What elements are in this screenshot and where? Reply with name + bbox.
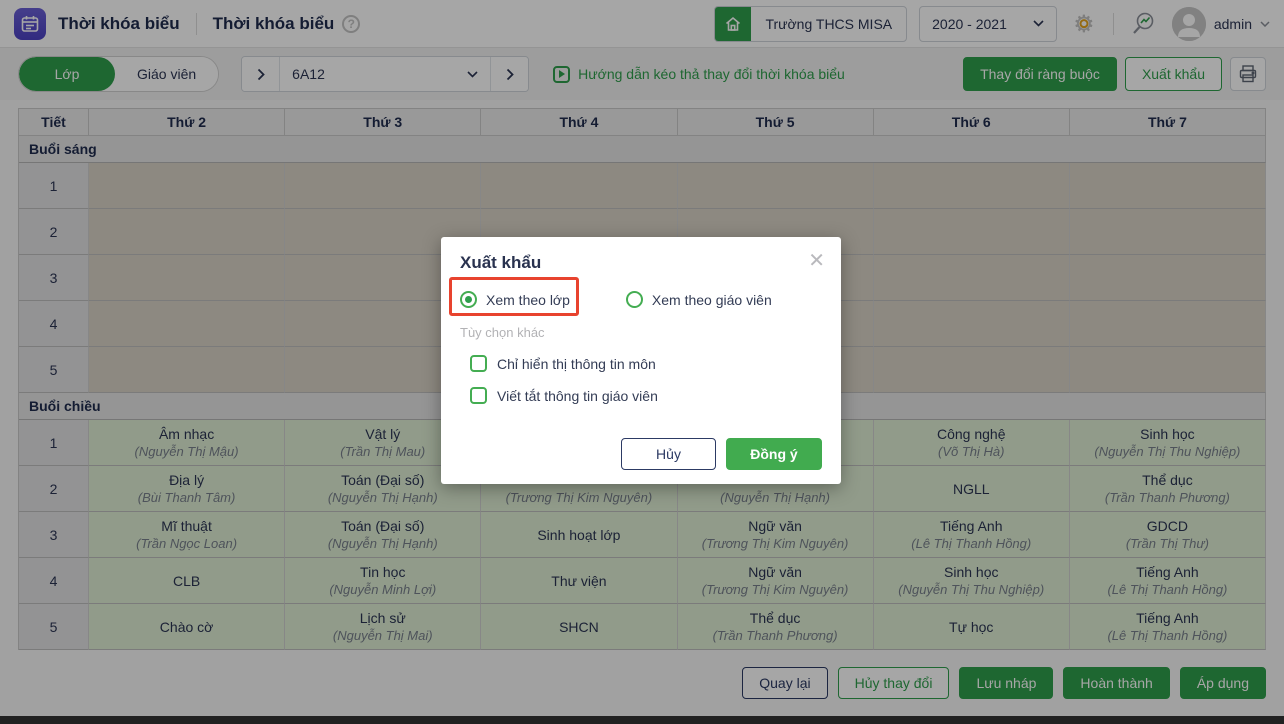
cancel-button[interactable]: Hủy	[621, 438, 716, 470]
checkbox-icon	[470, 387, 487, 404]
radio-view-by-teacher-label: Xem theo giáo viên	[651, 291, 772, 308]
other-options-label: Tùy chọn khác	[460, 325, 545, 340]
export-modal: Xuất khẩu ✕ Xem theo lớp Xem theo giáo v…	[441, 237, 841, 484]
checkbox-subject-only-label: Chỉ hiển thị thông tin môn	[497, 355, 656, 372]
checkbox-abbrev-teacher[interactable]: Viết tắt thông tin giáo viên	[470, 387, 822, 404]
radio-view-by-class[interactable]: Xem theo lớp	[460, 291, 570, 308]
radio-view-by-class-label: Xem theo lớp	[486, 291, 570, 308]
close-icon[interactable]: ✕	[808, 251, 825, 271]
checkbox-icon	[470, 355, 487, 372]
checkbox-abbrev-teacher-label: Viết tắt thông tin giáo viên	[497, 387, 658, 404]
checkbox-subject-only[interactable]: Chỉ hiển thị thông tin môn	[470, 355, 822, 372]
ok-button[interactable]: Đồng ý	[726, 438, 822, 470]
radio-view-by-teacher[interactable]: Xem theo giáo viên	[625, 291, 772, 308]
radio-selected-icon	[460, 291, 477, 308]
radio-unselected-icon	[625, 291, 643, 308]
modal-title: Xuất khẩu	[460, 253, 542, 272]
